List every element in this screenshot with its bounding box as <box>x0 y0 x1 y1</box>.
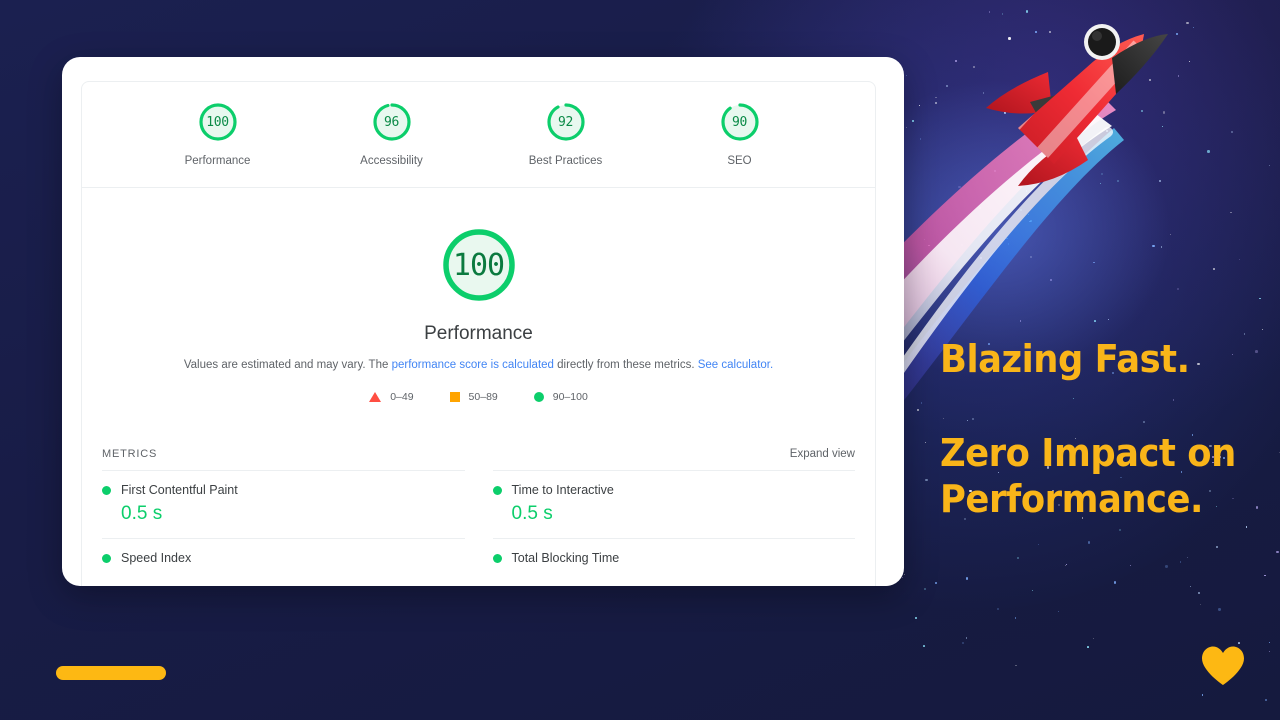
hero-gauge-ring: 100 <box>438 224 520 306</box>
status-pass-icon <box>102 553 111 563</box>
gauge-label: SEO <box>727 155 752 167</box>
legend-range: 90–100 <box>552 391 588 404</box>
status-pass-icon <box>492 485 502 495</box>
metric-item[interactable]: Time to Interactive 0.5 s <box>492 470 856 538</box>
gauge-label: Best Practices <box>528 155 603 167</box>
square-icon <box>449 392 460 403</box>
metrics-title: METRICS <box>102 448 158 461</box>
metric-value: 0.5 s <box>121 503 163 525</box>
category-gauge-performance[interactable]: 100 Performance <box>162 100 274 167</box>
metrics-column-left: First Contentful Paint 0.5 s Speed Index <box>102 470 465 578</box>
gauge-ring: 100 <box>196 100 240 144</box>
gauge-label: Performance <box>184 155 251 167</box>
category-gauge-accessibility[interactable]: 96 Accessibility <box>336 100 448 167</box>
hero-desc-text-2: directly from these metrics. <box>553 359 698 371</box>
legend-item-fail: 0–49 <box>369 391 414 404</box>
gauge-ring: 90 <box>718 100 762 144</box>
metrics-header: METRICS Expand view <box>102 448 855 460</box>
gauge-score: 100 <box>206 114 229 130</box>
category-gauge-seo[interactable]: 90 SEO <box>684 100 796 167</box>
metric-item[interactable]: First Contentful Paint 0.5 s <box>102 470 465 538</box>
gauge-score: 90 <box>731 114 748 130</box>
lighthouse-report-card: 100 Performance 96 Accessibility 92 Best… <box>62 57 904 586</box>
hero-score-title: Performance <box>424 323 533 344</box>
metric-name: Speed Index <box>121 551 192 566</box>
metrics-column-right: Time to Interactive 0.5 s Total Blocking… <box>492 470 856 578</box>
legend-item-average: 50–89 <box>449 391 498 404</box>
headline-line-2: Zero Impact on <box>940 431 1236 475</box>
metric-value: 0.5 s <box>511 503 553 525</box>
gauge-ring: 96 <box>370 100 414 144</box>
category-gauge-best-practices[interactable]: 92 Best Practices <box>510 100 622 167</box>
gauge-score: 92 <box>557 114 574 130</box>
headline-line-3: Performance. <box>940 477 1203 521</box>
legend-range: 0–49 <box>390 391 414 404</box>
circle-icon <box>533 392 544 403</box>
metric-name: First Contentful Paint <box>121 483 238 498</box>
hero-description: Values are estimated and may vary. The p… <box>82 357 875 373</box>
gauge-label: Accessibility <box>360 155 423 167</box>
score-legend: 0–49 50–89 90–100 <box>82 391 875 403</box>
metrics-section: METRICS Expand view First Contentful Pai… <box>82 448 875 578</box>
status-pass-icon <box>492 553 502 563</box>
metric-name: Time to Interactive <box>511 483 614 498</box>
metric-item[interactable]: Speed Index <box>102 538 465 578</box>
legend-range: 50–89 <box>468 391 498 404</box>
gauge-ring: 92 <box>544 100 588 144</box>
hero-score-section: 100 Performance Values are estimated and… <box>82 188 875 403</box>
metric-item[interactable]: Total Blocking Time <box>492 538 856 578</box>
category-score-row: 100 Performance 96 Accessibility 92 Best… <box>82 82 875 167</box>
headline-line-1: Blazing Fast. <box>940 337 1190 381</box>
heart-icon <box>1200 645 1246 687</box>
legend-item-pass: 90–100 <box>533 391 588 404</box>
metric-row: Speed Index <box>102 551 465 565</box>
hero-desc-text-1: Values are estimated and may vary. The <box>183 359 392 371</box>
triangle-icon <box>369 392 382 403</box>
status-pass-icon <box>102 485 111 495</box>
metric-row: Total Blocking Time <box>492 551 856 566</box>
accent-bar <box>56 666 166 680</box>
expand-view-button[interactable]: Expand view <box>790 448 855 460</box>
gauge-score: 96 <box>383 114 400 130</box>
hero-score-value: 100 <box>452 247 505 283</box>
metric-row: First Contentful Paint <box>102 483 465 497</box>
metric-row: Time to Interactive <box>492 483 856 498</box>
see-calculator-link[interactable]: See calculator. <box>698 359 773 371</box>
metrics-grid: First Contentful Paint 0.5 s Speed Index <box>102 470 855 578</box>
performance-score-link[interactable]: performance score is calculated <box>392 359 554 371</box>
metric-name: Total Blocking Time <box>511 551 620 566</box>
marketing-headline: Blazing Fast. Zero Impact on Performance… <box>940 340 1247 518</box>
report-panel: 100 Performance 96 Accessibility 92 Best… <box>81 81 876 586</box>
